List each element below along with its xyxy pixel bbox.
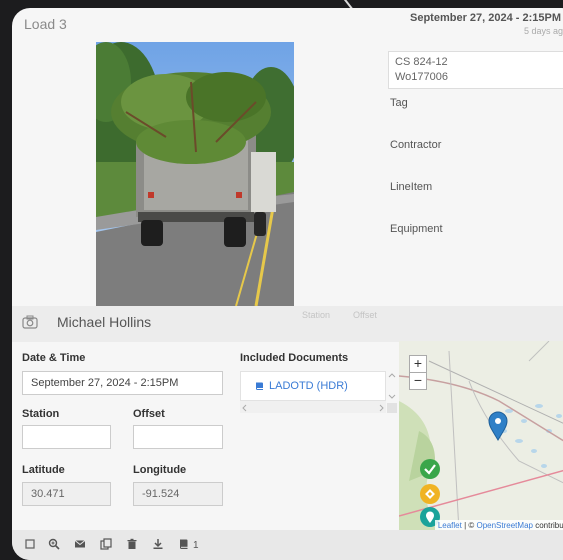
ghost-offset-label: Offset	[353, 310, 377, 320]
latitude-label: Latitude	[22, 464, 65, 476]
lineitem-label: LineItem	[390, 181, 433, 193]
datetime-label: Date & Time	[22, 352, 86, 364]
station-input[interactable]	[22, 425, 111, 449]
datetime-input[interactable]: September 27, 2024 - 2:15PM	[22, 371, 223, 395]
map-zoom-in-button[interactable]: +	[409, 355, 427, 373]
load-datetime: September 27, 2024 - 2:15PM	[410, 12, 562, 24]
included-documents-label: Included Documents	[240, 352, 349, 364]
card-header: Load 3 September 27, 2024 - 2:15PM 5 day…	[12, 8, 563, 42]
download-icon[interactable]	[152, 538, 164, 550]
latitude-field: 30.471	[22, 482, 111, 506]
map-marker-blue-icon[interactable]	[488, 411, 508, 441]
load-title: Load 3	[24, 16, 67, 32]
ghost-station-label: Station	[302, 310, 331, 320]
documents-scrollbar-horizontal[interactable]	[240, 401, 386, 413]
camera-icon[interactable]	[22, 314, 38, 330]
info-box: CS 824-12 Wo177006	[388, 51, 563, 89]
map-marker-yellow-icon[interactable]	[419, 483, 441, 507]
documents-list: LADOTD (HDR)	[240, 371, 386, 401]
bottom-toolbar: 1	[12, 530, 563, 560]
document-link-ladotd[interactable]: LADOTD (HDR)	[255, 380, 348, 392]
location-map[interactable]: + − Leaflet | © OpenStreetMap contributo…	[399, 341, 563, 531]
map-marker-check-icon[interactable]	[419, 458, 441, 482]
attribution-separator: | ©	[461, 521, 477, 530]
longitude-label: Longitude	[133, 464, 187, 476]
openstreetmap-link[interactable]: OpenStreetMap	[476, 521, 532, 530]
partial-tool-icon[interactable]	[24, 538, 36, 550]
user-name: Michael Hollins	[57, 314, 152, 330]
contractor-label: Contractor	[390, 139, 442, 151]
longitude-field: -91.524	[133, 482, 223, 506]
trash-icon[interactable]	[126, 538, 138, 550]
attachment-count: 1	[193, 540, 199, 551]
book-icon	[256, 382, 263, 390]
offset-label: Offset	[133, 408, 165, 420]
equipment-label: Equipment	[390, 223, 443, 235]
attachment-book-icon[interactable]	[178, 538, 190, 550]
tag-label: Tag	[390, 97, 408, 109]
load-photo[interactable]	[96, 42, 294, 306]
map-zoom-out-button[interactable]: −	[409, 372, 427, 390]
copy-icon[interactable]	[100, 538, 112, 550]
zoom-icon[interactable]	[48, 538, 60, 550]
truck-photo-image	[96, 42, 294, 306]
load-relative-time: 5 days ago	[524, 26, 563, 36]
leaflet-link[interactable]: Leaflet	[438, 521, 462, 530]
documents-scrollbar-vertical[interactable]	[386, 371, 398, 421]
info-line-2: Wo177006	[395, 71, 449, 83]
email-icon[interactable]	[74, 538, 86, 550]
load-card: Load 3 September 27, 2024 - 2:15PM 5 day…	[12, 8, 563, 560]
document-name: LADOTD (HDR)	[269, 380, 348, 392]
scroll-arrows-horizontal-icon	[242, 404, 384, 412]
info-line-1: CS 824-12	[395, 56, 448, 68]
scroll-arrows-icon	[387, 373, 397, 413]
user-bar: Michael Hollins Station Offset	[12, 306, 563, 342]
attribution-contributors: contributors	[535, 521, 563, 530]
station-label: Station	[22, 408, 60, 420]
offset-input[interactable]	[133, 425, 223, 449]
